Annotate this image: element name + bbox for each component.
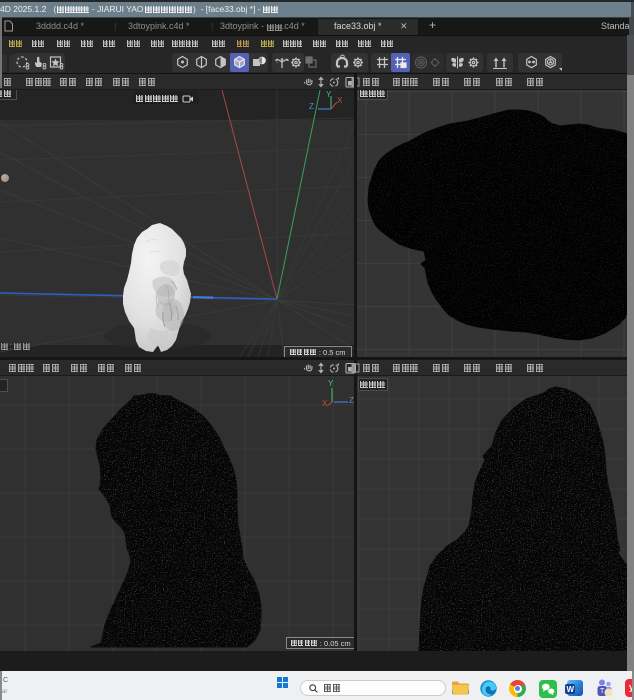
svg-text:T: T <box>600 688 605 695</box>
